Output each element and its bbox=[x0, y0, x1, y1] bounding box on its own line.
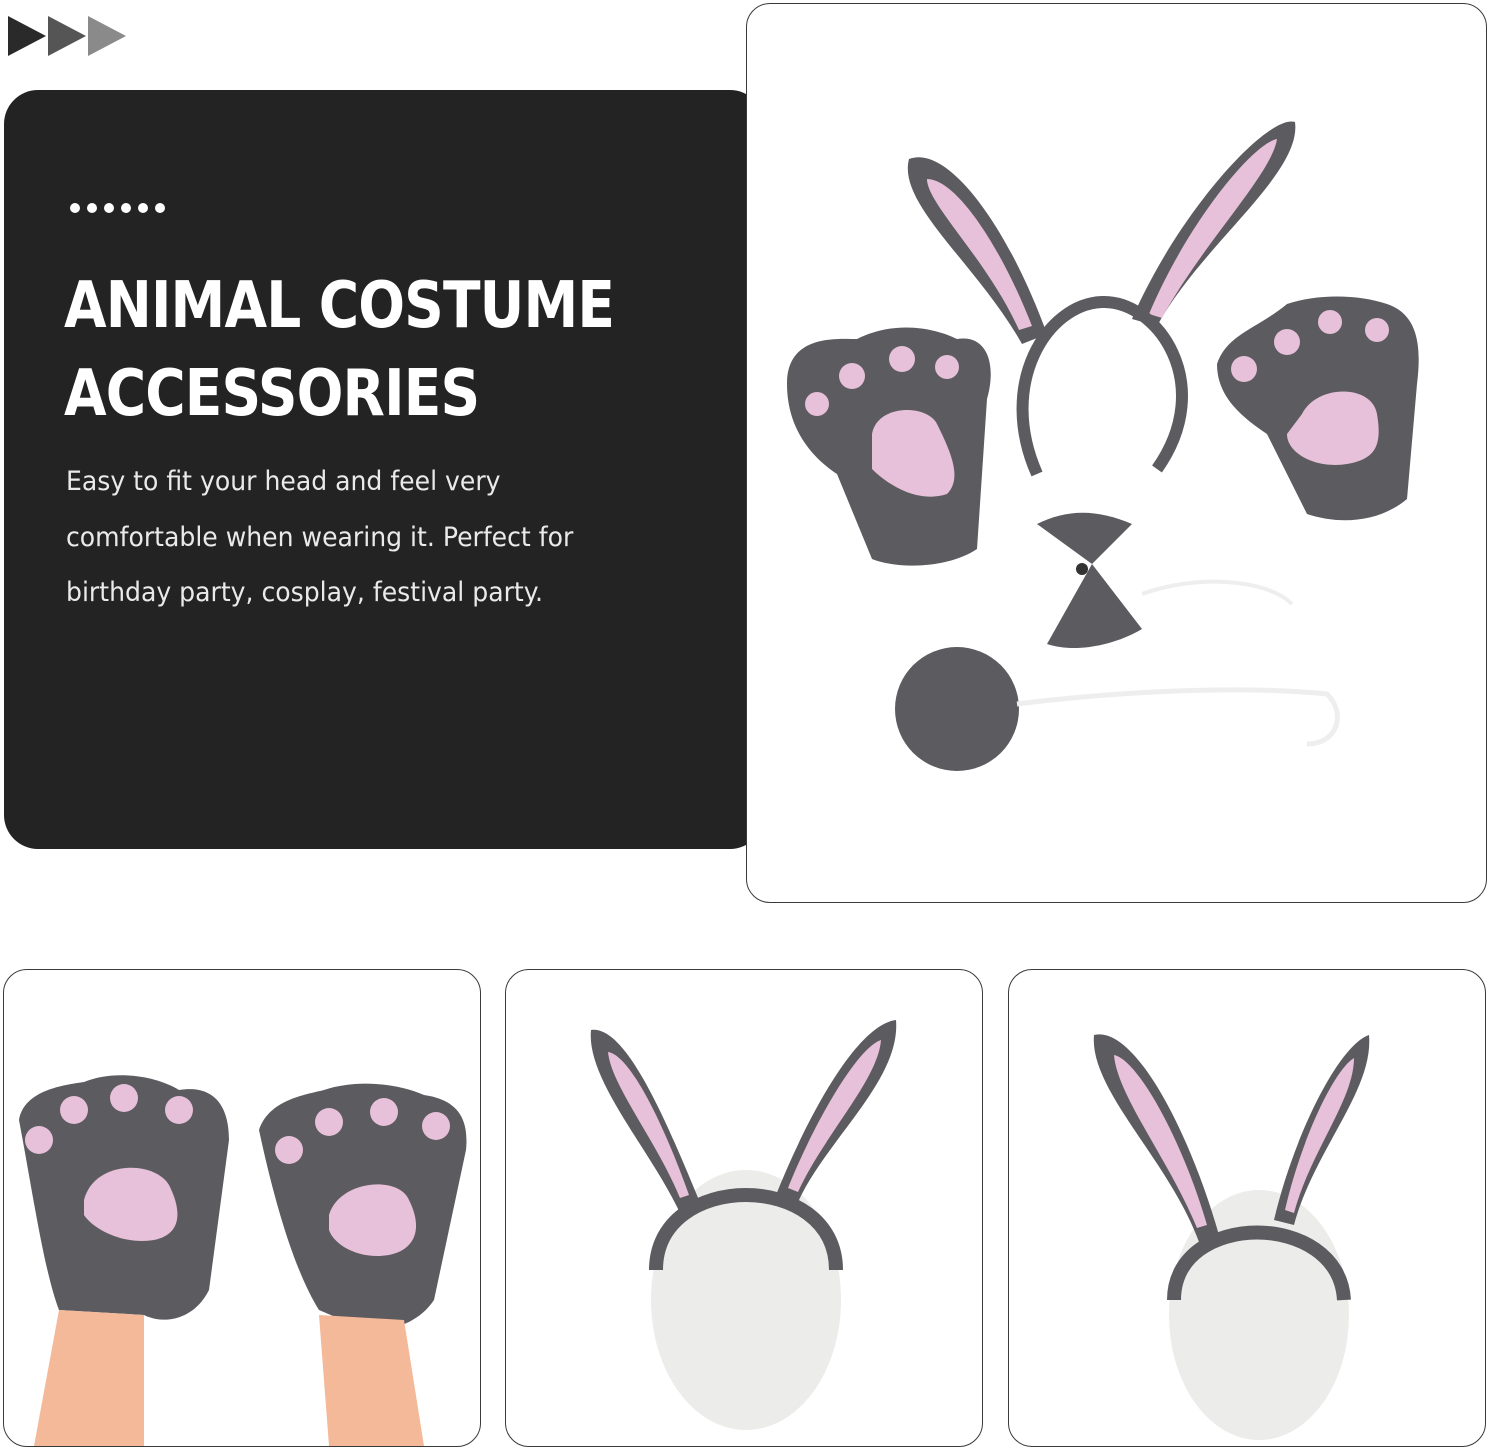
paw-gloves-worn-illustration bbox=[19, 1075, 467, 1446]
product-description: Easy to fit your head and feel very comf… bbox=[66, 466, 574, 608]
left-ear bbox=[907, 157, 1047, 344]
headline-line-1: ANIMAL COSTUME bbox=[64, 269, 615, 343]
tail bbox=[895, 647, 1340, 771]
bunny-costume-set-illustration bbox=[787, 121, 1419, 771]
dots-divider-icon bbox=[70, 198, 172, 217]
right-paw-glove bbox=[1217, 296, 1419, 521]
headband-front-illustration bbox=[590, 1020, 897, 1430]
headline-line-2: ACCESSORIES bbox=[64, 357, 480, 431]
triple-arrow-icon bbox=[8, 16, 126, 56]
headband-side-illustration bbox=[1093, 1034, 1370, 1440]
headline: ANIMAL COSTUME ACCESSORIES bbox=[64, 262, 615, 438]
main-product-image bbox=[746, 3, 1487, 903]
left-paw-glove bbox=[787, 327, 991, 566]
thumbnail-paw-gloves bbox=[3, 969, 481, 1447]
thumbnail-headband-front bbox=[505, 969, 983, 1447]
thumbnail-headband-side bbox=[1008, 969, 1486, 1447]
right-ear bbox=[1132, 121, 1296, 327]
bowtie bbox=[1037, 512, 1294, 649]
